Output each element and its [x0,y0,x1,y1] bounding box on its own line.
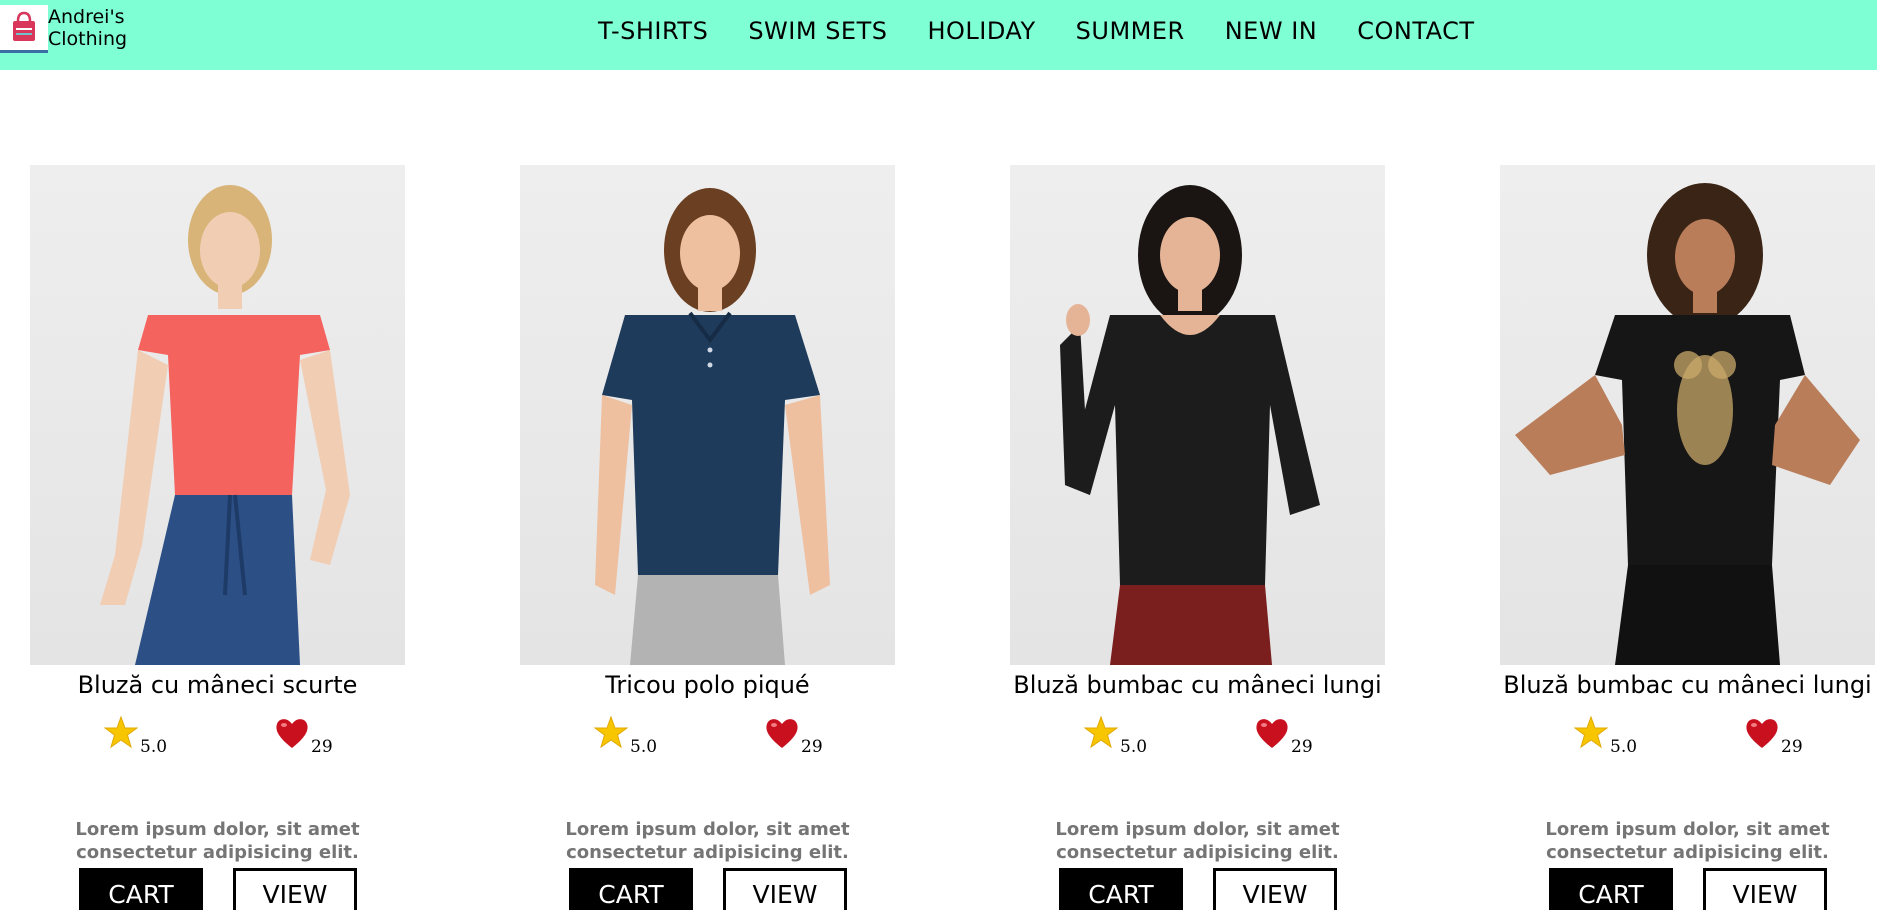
rating-value: 5.0 [1120,737,1148,757]
view-product-button[interactable]: VIEW [1703,868,1827,910]
model-photo [100,185,350,665]
add-to-cart-button[interactable]: CART [79,868,203,910]
model-photo [1515,183,1860,665]
product-title[interactable]: Tricou polo piqué [520,670,895,700]
rating-value: 5.0 [1610,737,1638,757]
model-photo [1060,185,1320,665]
product-title[interactable]: Bluză cu mâneci scurte [30,670,405,700]
product-card: Bluză bumbac cu mâneci lungi 5.0 29 Lore… [1010,165,1470,910]
star-icon [104,715,138,749]
heart-icon [766,719,798,748]
product-title[interactable]: Bluză bumbac cu mâneci lungi [1010,670,1385,700]
product-card: Bluză bumbac cu mâneci lungi 5.0 29 Lore… [1500,165,1877,910]
add-to-cart-button[interactable]: CART [569,868,693,910]
nav-new-in[interactable]: NEW IN [1205,14,1338,48]
nav-tshirts[interactable]: T-SHIRTS [598,14,728,48]
star-icon [594,715,628,749]
product-description: Lorem ipsum dolor, sit amet consectetur … [1055,819,1340,863]
star-icon [1084,715,1118,749]
view-product-button[interactable]: VIEW [723,868,847,910]
rating-value: 5.0 [630,737,658,757]
product-card: Bluză cu mâneci scurte 5.0 29 Lorem ipsu… [30,165,490,910]
nav-holiday[interactable]: HOLIDAY [907,14,1055,48]
nav-summer[interactable]: SUMMER [1056,14,1205,48]
nav-contact[interactable]: CONTACT [1337,14,1494,48]
view-product-button[interactable]: VIEW [1213,868,1337,910]
rating-value: 5.0 [140,737,168,757]
likes-count: 29 [1781,737,1803,757]
product-grid: Bluză cu mâneci scurte 5.0 29 Lorem ipsu… [30,165,1877,910]
heart-icon [1746,719,1778,748]
product-image[interactable] [30,165,405,665]
product-title[interactable]: Bluză bumbac cu mâneci lungi [1500,670,1875,700]
product-description: Lorem ipsum dolor, sit amet consectetur … [565,819,850,863]
add-to-cart-button[interactable]: CART [1549,868,1673,910]
likes-count: 29 [311,737,333,757]
star-icon [1574,715,1608,749]
nav-swim-sets[interactable]: SWIM SETS [728,14,907,48]
product-image[interactable] [1010,165,1385,665]
product-image[interactable] [1500,165,1875,665]
main-nav: T-SHIRTS SWIM SETS HOLIDAY SUMMER NEW IN… [598,14,1495,48]
product-image[interactable] [520,165,895,665]
likes-count: 29 [1291,737,1313,757]
likes-count: 29 [801,737,823,757]
model-photo [595,188,830,665]
heart-icon [276,719,308,748]
product-description: Lorem ipsum dolor, sit amet consectetur … [1545,819,1830,863]
brand-name[interactable]: Andrei's Clothing [48,6,148,50]
add-to-cart-button[interactable]: CART [1059,868,1183,910]
logo[interactable] [0,5,48,53]
view-product-button[interactable]: VIEW [233,868,357,910]
product-card: Tricou polo piqué 5.0 29 Lorem ipsum dol… [520,165,980,910]
product-description: Lorem ipsum dolor, sit amet consectetur … [75,819,360,863]
site-header: Andrei's Clothing T-SHIRTS SWIM SETS HOL… [0,0,1877,70]
shopping-bag-icon [13,11,35,41]
heart-icon [1256,719,1288,748]
